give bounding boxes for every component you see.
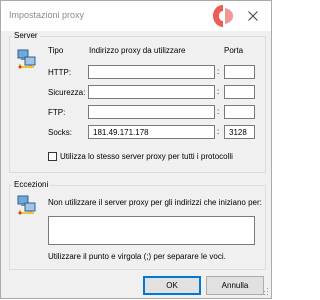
socks-port-input[interactable]: 3128 (224, 125, 255, 139)
close-icon (248, 11, 258, 21)
address-column-header: Indirizzo proxy da utilizzare (89, 46, 186, 55)
port-column-header: Porta (224, 46, 244, 55)
title-bar: Impostazioni proxy (1, 1, 271, 31)
server-legend: Server (12, 31, 40, 40)
http-label: HTTP: (48, 68, 72, 77)
ok-button[interactable]: OK (143, 276, 201, 295)
network-computer-icon (17, 195, 36, 215)
exceptions-legend: Eccezioni (12, 180, 51, 189)
security-colon: : (217, 87, 220, 96)
http-colon: : (217, 67, 220, 76)
cancel-button[interactable]: Annulla (206, 276, 264, 295)
ftp-port-input[interactable] (224, 105, 255, 119)
socks-colon: : (217, 127, 220, 136)
same-proxy-label[interactable]: Utilizza lo stesso server proxy per tutt… (60, 152, 233, 161)
security-address-input[interactable] (88, 85, 215, 99)
http-port-input[interactable] (224, 65, 255, 79)
ftp-colon: : (217, 107, 220, 116)
resize-grip-icon[interactable] (261, 288, 269, 296)
same-proxy-checkbox[interactable] (48, 152, 57, 161)
exceptions-hint: Utilizzare il punto e virgola (;) per se… (48, 252, 226, 261)
socks-label: Socks: (48, 128, 73, 137)
security-port-input[interactable] (224, 85, 255, 99)
ftp-address-input[interactable] (88, 105, 215, 119)
close-button[interactable] (235, 1, 271, 31)
socks-address-input[interactable]: 181.49.171.178 (88, 125, 215, 139)
http-address-input[interactable] (88, 65, 215, 79)
network-computer-icon (17, 49, 36, 69)
exceptions-description: Non utilizzare il server proxy per gli i… (48, 198, 262, 207)
security-label: Sicurezza: (48, 88, 86, 97)
window-title: Impostazioni proxy (9, 10, 85, 20)
proxy-settings-dialog: Impostazioni proxy Server Tipo Indirizzo… (0, 0, 272, 299)
ftp-label: FTP: (48, 108, 66, 117)
type-column-header: Tipo (48, 46, 64, 55)
exceptions-textarea[interactable] (48, 216, 255, 245)
chimera-revo-logo-icon (213, 5, 233, 27)
